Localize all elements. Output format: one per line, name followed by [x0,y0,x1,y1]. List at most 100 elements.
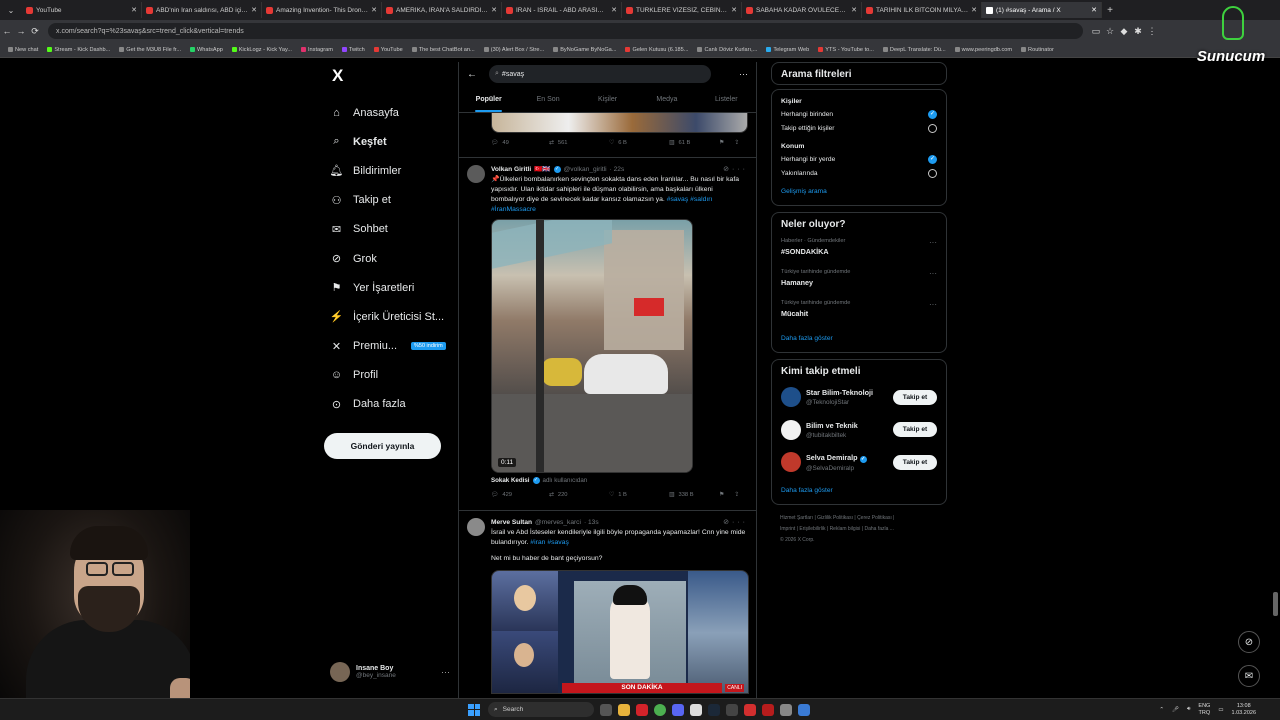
network-icon[interactable]: ▭ [1218,707,1223,713]
avatar[interactable] [781,419,801,440]
back-icon[interactable]: ← [0,26,14,36]
like-action[interactable]: ♡ 1 B [609,492,669,498]
bookmark-icon[interactable]: ⚑ [719,140,724,146]
avatar[interactable] [781,387,801,408]
url-field[interactable]: x.com/search?q=%23savaş&src=trend_click&… [48,23,1083,39]
share-icon[interactable]: ⇪ [734,140,739,146]
nav-item-explore[interactable]: ⌕ Keşfet [324,127,454,156]
bookmark-item[interactable]: (30) Alert Box / Stre... [483,47,544,53]
bookmark-item[interactable]: DeepL Translate: Dü... [882,47,946,53]
footer-link[interactable]: Daha fazla ... [864,526,893,532]
reply-action[interactable]: 💬︎ 429 [491,492,549,498]
app-icon[interactable] [762,703,774,716]
taskbar-search[interactable]: ⌕ Search [488,702,594,717]
install-icon[interactable]: ▭ [1089,26,1103,37]
follow-suggestion[interactable]: Selva Demiralp ✓ @SelvaDemiralp Takip et [772,446,946,479]
radio-icon[interactable] [928,123,937,133]
search-input[interactable]: ⌕ #savaş [489,65,711,83]
bookmark-item[interactable]: YTS - YouTube to... [818,47,874,53]
filter-option[interactable]: Yakınlarında [772,166,946,180]
footer-link[interactable]: Erişilebilirlik [799,526,825,532]
bookmark-item[interactable]: YouTube [373,47,403,53]
hashtag-link[interactable]: #savaş [547,539,569,546]
close-tab-icon[interactable]: ✕ [491,6,497,14]
radio-selected-icon[interactable] [928,154,937,164]
bookmark-item[interactable]: Instagram [301,47,333,53]
footer-link[interactable]: Reklam bilgisi [830,526,861,532]
extension-icon[interactable]: ◆ [1117,26,1131,37]
tab-media[interactable]: Medya [637,86,696,112]
follow-suggestion[interactable]: Star Bilim-Teknoloji @TeknolojiStar Takip… [772,381,946,414]
radio-selected-icon[interactable] [928,109,937,119]
close-tab-icon[interactable]: ✕ [731,6,737,14]
bookmark-item[interactable]: Get the M3U8 File fr... [119,47,181,53]
close-tab-icon[interactable]: ✕ [611,6,617,14]
author-name[interactable]: Merve Sultan [491,519,532,526]
avatar[interactable] [781,452,801,473]
more-icon[interactable]: ··· [929,238,937,247]
radio-icon[interactable] [928,168,937,178]
reply-action[interactable]: 💬︎ 49 [491,140,549,146]
nav-item-notifications[interactable]: 🔔︎ Bildirimler [324,156,454,185]
tweet[interactable]: Volkan Giritli 🇹🇷🇬🇧 ✓ @volkan_giritli · … [459,157,756,506]
trend-item[interactable]: Haberler · Gündemdekiler #SONDAKİKA ··· [772,234,946,265]
follow-button[interactable]: Takip et [893,422,937,438]
advanced-search-link[interactable]: Gelişmiş arama [772,180,946,205]
reload-icon[interactable]: ⟳ [28,26,42,37]
nav-item-bookmarks[interactable]: ⚑ Yer İşaretleri [324,273,454,302]
menu-icon[interactable]: ⋮ [1145,26,1159,37]
back-arrow-icon[interactable]: ← [467,69,489,80]
more-icon[interactable]: ··· [441,667,450,677]
close-tab-icon[interactable]: ✕ [251,6,257,14]
source-name[interactable]: Sokak Kedisi [491,477,530,484]
nav-item-follow[interactable]: ⚇ Takip et [324,186,454,215]
post-button[interactable]: Gönderi yayınla [324,433,441,460]
bookmark-icon[interactable]: ⚑ [719,492,724,498]
grok-icon[interactable]: ⊘ [723,166,732,173]
app-icon[interactable] [798,703,810,716]
hashtag-link[interactable]: #savaş [667,196,689,203]
bookmark-item[interactable]: Stream - Kick Dashb... [47,47,110,53]
views-action[interactable]: ▥ 61 B [669,140,719,146]
tweet-time[interactable]: · 13s [584,519,599,526]
bookmark-item[interactable]: Telegram Web [766,47,809,53]
nav-item-home[interactable]: ⌂ Anasayfa [324,98,454,127]
tab-people[interactable]: Kişiler [578,86,637,112]
filter-option[interactable]: Herhangi birinden [772,107,946,121]
nav-item-chat[interactable]: ✉ Sohbet [324,215,454,244]
footer-link[interactable]: Imprint [780,526,795,532]
obs-icon[interactable] [726,703,738,716]
x-logo-icon[interactable]: X [332,66,454,86]
follow-button[interactable]: Takip et [893,454,937,470]
follow-suggestion[interactable]: Bilim ve Teknik @tubitakbiltek Takip et [772,414,946,447]
bookmark-item[interactable]: Twitch [341,47,365,53]
chrome-icon[interactable] [654,703,666,716]
more-icon[interactable]: ··· [732,166,748,173]
trend-item[interactable]: Türkiye tarihinde gündemde Mücahit ··· [772,296,946,327]
close-tab-icon[interactable]: ✕ [851,6,857,14]
follow-button[interactable]: Takip et [893,389,937,405]
hashtag-link[interactable]: #iran [530,539,545,546]
author-handle[interactable]: @merves_karci [535,519,581,526]
nav-item-creator-studio[interactable]: ⚡ İçerik Üreticisi St... [324,302,454,331]
steam-icon[interactable] [708,703,720,716]
tweet-image[interactable]: SON DAKİKA CANLI [491,570,749,694]
volume-icon[interactable]: 🔊︎ [1187,706,1190,713]
tweet[interactable]: Merve Sultan @merves_karci · 13s ⊘··· İs… [459,510,756,694]
clock[interactable]: 13:08 1.03.2026 [1232,703,1256,717]
nav-item-premium[interactable]: ✕ Premiu... %50 indirim [324,332,454,361]
trend-item[interactable]: Türkiye tarihinde gündemde Hamaney ··· [772,265,946,296]
app-icon[interactable] [744,703,756,716]
bookmark-item[interactable]: Gelen Kutusu (6.185... [625,47,688,53]
bookmark-item[interactable]: Canlı Döviz Kurları,... [697,47,757,53]
file-explorer-icon[interactable] [618,703,630,716]
bookmark-item[interactable]: ByNoGame ByNoGa... [553,47,616,53]
tweet-video[interactable]: 0:11 [491,219,693,473]
bookmark-item[interactable]: New chat [8,47,38,53]
tweet-time[interactable]: · 22s [610,166,625,173]
repost-action[interactable]: ⇄ 220 [549,492,609,498]
avatar[interactable] [467,518,485,536]
footer-link[interactable]: Gizlilik Politikası [817,515,853,521]
browser-tab[interactable]: Amazing Invention- This Drone... ✕ [262,2,382,18]
repost-action[interactable]: ⇄ 561 [549,140,609,146]
